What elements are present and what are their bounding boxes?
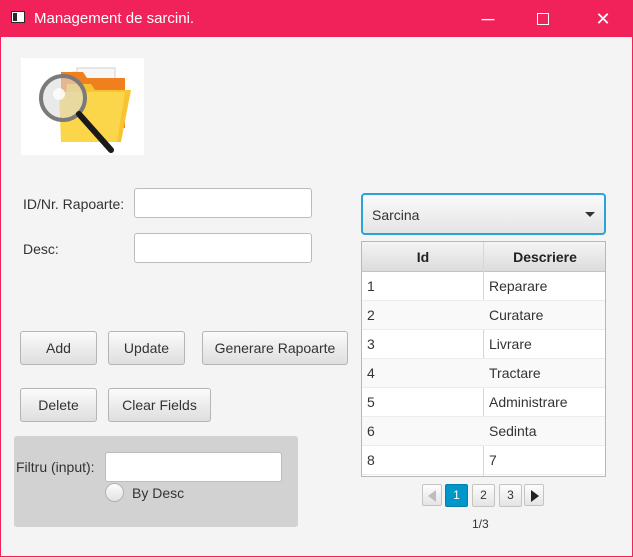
combobox-value: Sarcina	[372, 207, 420, 223]
filter-input[interactable]	[105, 452, 282, 482]
update-button[interactable]: Update	[108, 331, 185, 365]
cell-desc: 7	[489, 452, 497, 468]
table-row[interactable]: 1 Reparare	[362, 272, 605, 301]
title-bar[interactable]: Management de sarcini. ─ ✕	[1, 1, 632, 37]
cell-desc: Tractare	[489, 365, 541, 381]
desc-label: Desc:	[23, 241, 59, 257]
add-button[interactable]: Add	[20, 331, 97, 365]
cell-id: 8	[367, 452, 375, 468]
table-row[interactable]: 4 Tractare	[362, 359, 605, 388]
close-button[interactable]: ✕	[580, 1, 626, 37]
id-input[interactable]	[134, 188, 312, 218]
app-icon	[11, 11, 25, 23]
by-desc-label: By Desc	[132, 485, 185, 501]
cell-id: 6	[367, 423, 375, 439]
cell-desc: Livrare	[489, 336, 532, 352]
maximize-button[interactable]	[520, 1, 566, 37]
cell-id: 2	[367, 307, 375, 323]
cell-desc: Curatare	[489, 307, 544, 323]
window-title: Management de sarcini.	[34, 10, 195, 27]
id-label: ID/Nr. Rapoarte:	[23, 196, 125, 212]
cell-id: 1	[367, 278, 375, 294]
cell-id: 5	[367, 394, 375, 410]
folder-search-logo	[21, 58, 144, 155]
table-row[interactable]: 3 Livrare	[362, 330, 605, 359]
page-indicator: 1/3	[472, 517, 489, 531]
by-desc-radio[interactable]	[105, 483, 124, 502]
arrow-left-icon	[428, 490, 436, 502]
pagination-next-button[interactable]	[524, 484, 544, 506]
cell-desc: Sedinta	[489, 423, 537, 439]
delete-button[interactable]: Delete	[20, 388, 97, 422]
clear-fields-button[interactable]: Clear Fields	[108, 388, 211, 422]
page-button-2[interactable]: 2	[472, 484, 495, 507]
desc-input[interactable]	[134, 233, 312, 263]
cell-desc: Administrare	[489, 394, 568, 410]
folder-magnifier-icon	[39, 67, 131, 153]
column-header-descriere[interactable]: Descriere	[485, 249, 605, 265]
cell-desc: Reparare	[489, 278, 548, 294]
app-window: Management de sarcini. ─ ✕ ID/Nr. Rapoar…	[0, 0, 633, 557]
generate-reports-button[interactable]: Generare Rapoarte	[202, 331, 348, 365]
page-button-1[interactable]: 1	[445, 484, 468, 507]
minimize-button[interactable]: ─	[465, 1, 511, 37]
table-row[interactable]: 87	[362, 446, 605, 475]
chevron-down-icon	[585, 212, 595, 217]
maximize-icon	[537, 12, 549, 25]
filter-label: Filtru (input):	[16, 459, 95, 475]
table-row[interactable]: 6 Sedinta	[362, 417, 605, 446]
page-button-3[interactable]: 3	[499, 484, 522, 507]
cell-id: 3	[367, 336, 375, 352]
cell-id: 4	[367, 365, 375, 381]
column-header-id[interactable]: Id	[362, 249, 484, 265]
arrow-right-icon	[531, 490, 539, 502]
table-row[interactable]: 2 Curatare	[362, 301, 605, 330]
pagination-prev-button[interactable]	[422, 484, 442, 506]
tasks-table: Id Descriere 1 Reparare 2 Curatare 3 Livrar…	[361, 241, 606, 477]
table-row[interactable]: 5 Administrare	[362, 388, 605, 417]
category-combobox[interactable]: Sarcina	[361, 193, 606, 235]
